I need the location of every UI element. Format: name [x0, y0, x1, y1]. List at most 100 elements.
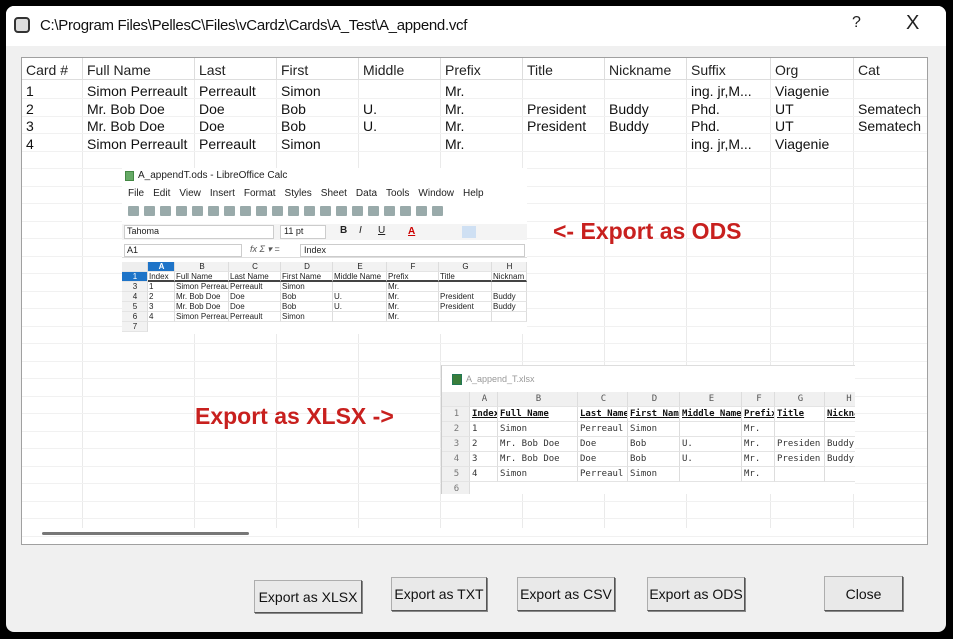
excel-cell[interactable]: Presiden [775, 452, 825, 467]
lo-cell[interactable]: President [439, 292, 492, 302]
lo-toolbar-icon[interactable] [144, 206, 155, 217]
excel-cell[interactable] [680, 467, 742, 482]
column-header-first[interactable]: First [277, 58, 359, 80]
lo-menu-format[interactable]: Format [244, 188, 276, 199]
lo-cell[interactable]: Perreault [229, 282, 281, 292]
excel-cell[interactable]: 3 [470, 452, 498, 467]
lo-cell[interactable]: First Name [281, 272, 333, 282]
excel-cell[interactable]: Perreaul [578, 467, 628, 482]
excel-row-header[interactable]: 6 [442, 482, 470, 494]
excel-cell[interactable]: Index [470, 407, 498, 422]
excel-row-header[interactable]: 3 [442, 437, 470, 452]
excel-col-header[interactable]: A [470, 392, 498, 407]
lo-toolbar-icon[interactable] [224, 206, 235, 217]
lo-cell[interactable]: Simon Perreault [175, 282, 229, 292]
lo-cell[interactable]: U. [333, 292, 387, 302]
lo-cell[interactable]: Nicknam [492, 272, 527, 282]
excel-row-header[interactable]: 4 [442, 452, 470, 467]
lo-toolbar-icon[interactable] [208, 206, 219, 217]
lo-cell[interactable]: 1 [148, 282, 175, 292]
lo-row-header[interactable]: 5 [122, 302, 148, 312]
lo-menu-insert[interactable]: Insert [210, 188, 235, 199]
excel-cell[interactable] [680, 422, 742, 437]
table-row[interactable]: 3 Mr. Bob Doe Doe Bob U. Mr. President Buddy Phd… [22, 118, 927, 135]
excel-col-header[interactable]: C [578, 392, 628, 407]
lo-col-header[interactable]: B [175, 262, 229, 272]
lo-col-header[interactable]: G [439, 262, 492, 272]
lo-bold-button[interactable]: B [340, 225, 347, 236]
lo-toolbar-icon[interactable] [272, 206, 283, 217]
table-row[interactable]: 1 Simon Perreault Perreault Simon Mr. ing. jr… [22, 83, 927, 100]
column-header-suffix[interactable]: Suffix [687, 58, 771, 80]
excel-cell[interactable] [825, 422, 855, 437]
lo-cell[interactable]: Middle Name [333, 272, 387, 282]
lo-formula-input[interactable]: Index [300, 244, 525, 257]
lo-toolbar-icon[interactable] [160, 206, 171, 217]
font-color-icon[interactable]: A [408, 226, 415, 237]
lo-toolbar-icon[interactable] [336, 206, 347, 217]
lo-toolbar-icon[interactable] [368, 206, 379, 217]
excel-cell[interactable]: Middle Name [680, 407, 742, 422]
lo-cell[interactable]: 4 [148, 312, 175, 322]
excel-cell[interactable]: Mr. Bob Doe [498, 437, 578, 452]
excel-cell[interactable]: Simon [628, 422, 680, 437]
lo-row-header[interactable]: 4 [122, 292, 148, 302]
lo-row-header[interactable]: 3 [122, 282, 148, 292]
excel-cell[interactable]: Doe [578, 437, 628, 452]
excel-cell[interactable]: Buddy [825, 437, 855, 452]
lo-toolbar-icon[interactable] [384, 206, 395, 217]
lo-row-header[interactable]: 7 [122, 322, 148, 332]
excel-cell[interactable]: Full Name [498, 407, 578, 422]
excel-cell[interactable]: Nickname [825, 407, 855, 422]
excel-col-header[interactable]: F [742, 392, 775, 407]
lo-cell[interactable]: President [439, 302, 492, 312]
lo-menu-data[interactable]: Data [356, 188, 377, 199]
excel-cell[interactable]: Mr. [742, 467, 775, 482]
excel-row-header[interactable]: 2 [442, 422, 470, 437]
excel-cell[interactable]: Simon [628, 467, 680, 482]
excel-cell[interactable] [825, 467, 855, 482]
lo-cell[interactable] [333, 282, 387, 292]
lo-row-header[interactable]: 1 [122, 272, 148, 282]
lo-cell[interactable] [333, 312, 387, 322]
function-wizard-icon[interactable]: fx Σ ▾ = [250, 244, 280, 255]
lo-toolbar-icon[interactable] [320, 206, 331, 217]
lo-col-header[interactable]: D [281, 262, 333, 272]
column-header-cat[interactable]: Cat [854, 58, 927, 80]
lo-cell[interactable] [439, 282, 492, 292]
column-header-middle[interactable]: Middle [359, 58, 441, 80]
lo-italic-button[interactable]: I [359, 225, 362, 236]
lo-cell[interactable]: U. [333, 302, 387, 312]
lo-cell[interactable]: Buddy [492, 292, 527, 302]
lo-toolbar-icon[interactable] [416, 206, 427, 217]
excel-row-header[interactable]: 5 [442, 467, 470, 482]
lo-toolbar-icon[interactable] [288, 206, 299, 217]
lo-cell[interactable]: Index [148, 272, 175, 282]
lo-cell[interactable]: Simon [281, 312, 333, 322]
excel-cell[interactable]: First Name [628, 407, 680, 422]
column-header-title[interactable]: Title [523, 58, 605, 80]
table-row[interactable]: 2 Mr. Bob Doe Doe Bob U. Mr. President Buddy Phd… [22, 101, 927, 118]
lo-toolbar-icon[interactable] [352, 206, 363, 217]
excel-cell[interactable]: Mr. [742, 422, 775, 437]
excel-col-header[interactable]: G [775, 392, 825, 407]
excel-cell[interactable]: Buddy [825, 452, 855, 467]
column-header-full-name[interactable]: Full Name [83, 58, 195, 80]
lo-cell[interactable]: 2 [148, 292, 175, 302]
excel-cell[interactable] [775, 422, 825, 437]
lo-row-header[interactable]: 6 [122, 312, 148, 322]
lo-cell[interactable]: Last Name [229, 272, 281, 282]
lo-cell[interactable]: Mr. Bob Doe [175, 292, 229, 302]
lo-cell[interactable]: Simon Perreault [175, 312, 229, 322]
lo-toolbar-icon[interactable] [240, 206, 251, 217]
excel-row-header[interactable]: 1 [442, 407, 470, 422]
excel-col-header[interactable]: D [628, 392, 680, 407]
column-header-prefix[interactable]: Prefix [441, 58, 523, 80]
lo-cell[interactable] [492, 282, 527, 292]
lo-cell[interactable]: Title [439, 272, 492, 282]
export-ods-button[interactable]: Export as ODS [647, 577, 745, 611]
lo-cell[interactable]: Simon [281, 282, 333, 292]
excel-cell[interactable]: 4 [470, 467, 498, 482]
excel-cell[interactable]: U. [680, 452, 742, 467]
lo-menu-window[interactable]: Window [418, 188, 454, 199]
